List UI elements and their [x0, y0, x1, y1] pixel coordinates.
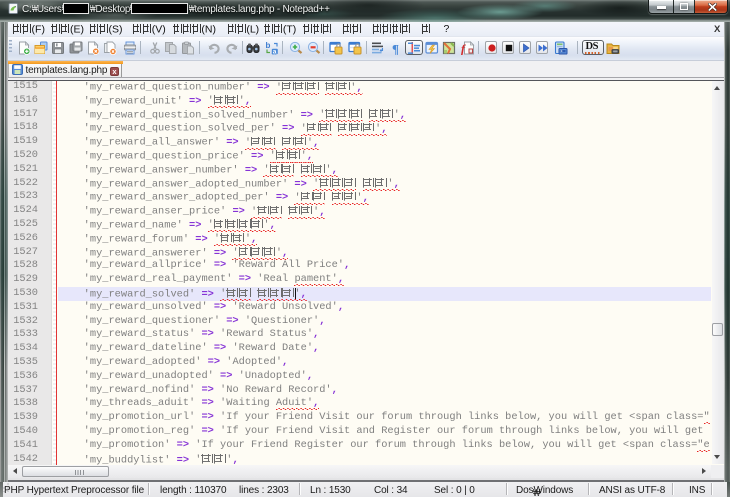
- svg-text:b: b: [265, 41, 270, 50]
- svg-text:a: a: [272, 48, 276, 54]
- svg-text:¶: ¶: [392, 41, 399, 55]
